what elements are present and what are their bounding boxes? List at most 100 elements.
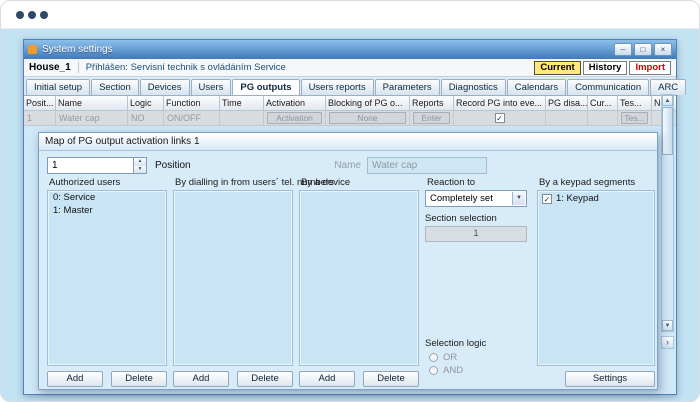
radio-or[interactable]: OR <box>429 352 457 363</box>
column-header-blocking[interactable]: Blocking of PG o... <box>326 96 410 111</box>
column-header-position[interactable]: Posit... <box>24 96 56 111</box>
window-title-bar[interactable]: System settings – □ × <box>24 40 676 59</box>
list-item[interactable]: 1: Master <box>48 204 166 217</box>
status-bar: House_1 Přihlášen: Servisní technik s ov… <box>24 59 676 77</box>
tab-devices[interactable]: Devices <box>140 79 190 95</box>
column-header-current[interactable]: Cur... <box>588 96 618 111</box>
position-label: Position <box>155 160 191 171</box>
selection-logic-label: Selection logic <box>425 338 486 349</box>
tab-arc[interactable]: ARC <box>650 79 686 95</box>
view-import-button[interactable]: Import <box>629 61 671 75</box>
row-cell-function: ON/OFF <box>164 111 220 125</box>
spinner-arrows: ▲ ▼ <box>133 158 146 173</box>
activation-button[interactable]: Activation <box>267 112 322 124</box>
column-header-pg-disabled[interactable]: PG disa... <box>546 96 588 111</box>
scroll-up-icon[interactable]: ▲ <box>662 95 673 106</box>
traffic-light-dot-2-icon[interactable] <box>28 11 36 19</box>
position-value: 1 <box>52 160 58 171</box>
blocking-none-button[interactable]: None <box>329 112 406 124</box>
delete-device-button[interactable]: Delete <box>363 371 419 387</box>
row-cell-activation: Activation <box>264 111 326 125</box>
keypad-segments-listbox[interactable]: ✓ 1: Keypad <box>537 190 655 366</box>
tab-parameters[interactable]: Parameters <box>375 79 440 95</box>
name-label: Name <box>279 160 361 171</box>
tab-initial-setup[interactable]: Initial setup <box>26 79 90 95</box>
dialling-listbox[interactable] <box>173 190 293 366</box>
position-spinner[interactable]: 1 ▲ ▼ <box>47 157 147 174</box>
device-listbox[interactable] <box>299 190 419 366</box>
pg-outputs-table-header: Posit... Name Logic Function Time Activa… <box>24 96 676 111</box>
add-dialling-button[interactable]: Add <box>173 371 229 387</box>
spinner-up-icon[interactable]: ▲ <box>134 158 146 166</box>
tab-users-reports[interactable]: Users reports <box>301 79 374 95</box>
column-header-time[interactable]: Time <box>220 96 264 111</box>
keypad-segments-label: By a keypad segments <box>539 177 635 188</box>
add-user-button[interactable]: Add <box>47 371 103 387</box>
row-cell-pg-disabled <box>546 111 588 125</box>
view-current-button[interactable]: Current <box>534 61 580 75</box>
authorized-users-label: Authorized users <box>49 177 120 188</box>
maximize-button[interactable]: □ <box>634 43 652 56</box>
record-pg-checkbox[interactable]: ✓ <box>495 113 505 123</box>
row-cell-current <box>588 111 618 125</box>
close-button[interactable]: × <box>654 43 672 56</box>
column-header-function[interactable]: Function <box>164 96 220 111</box>
row-cell-name: Water cap <box>56 111 128 125</box>
row-cell-logic: NO <box>128 111 164 125</box>
reaction-to-select[interactable]: Completely set ▼ <box>425 190 527 207</box>
scroll-right-icon[interactable]: › <box>661 336 674 349</box>
section-selection-button[interactable]: 1 <box>425 226 527 242</box>
scrollbar-thumb[interactable] <box>662 107 673 155</box>
tab-users[interactable]: Users <box>191 79 232 95</box>
site-name: House_1 <box>29 62 79 73</box>
column-header-reports[interactable]: Reports <box>410 96 454 111</box>
keypad-segment-item[interactable]: ✓ 1: Keypad <box>538 191 654 206</box>
scroll-down-icon[interactable]: ▼ <box>662 320 673 331</box>
test-button[interactable]: Tes... <box>621 112 648 124</box>
tab-pg-outputs[interactable]: PG outputs <box>232 79 299 95</box>
dialog-title: Map of PG output activation links 1 <box>45 136 200 147</box>
traffic-light-dot-1-icon[interactable] <box>16 11 24 19</box>
reaction-to-label: Reaction to <box>427 177 475 188</box>
radio-or-label: OR <box>443 352 457 363</box>
spinner-down-icon[interactable]: ▼ <box>134 166 146 174</box>
radio-and[interactable]: AND <box>429 365 463 376</box>
column-header-record[interactable]: Record PG into eve... <box>454 96 546 111</box>
delete-dialling-button[interactable]: Delete <box>237 371 293 387</box>
radio-and-icon[interactable] <box>429 366 438 375</box>
radio-and-label: AND <box>443 365 463 376</box>
vertical-scrollbar[interactable]: ▲ ▼ <box>661 94 674 332</box>
view-history-button[interactable]: History <box>583 61 628 75</box>
dropdown-arrow-icon[interactable]: ▼ <box>512 192 525 205</box>
logged-in-user: Přihlášen: Servisní technik s ovládáním … <box>86 62 533 73</box>
tab-communication[interactable]: Communication <box>567 79 649 95</box>
reports-enter-button[interactable]: Enter <box>413 112 450 124</box>
tab-calendars[interactable]: Calendars <box>507 79 566 95</box>
minimize-button[interactable]: – <box>614 43 632 56</box>
reaction-to-value: Completely set <box>430 193 493 204</box>
name-field: Water cap <box>367 157 487 174</box>
keypad-segment-checkbox[interactable]: ✓ <box>542 194 552 204</box>
traffic-light-dot-3-icon[interactable] <box>40 11 48 19</box>
section-selection-label: Section selection <box>425 213 497 224</box>
radio-or-icon[interactable] <box>429 353 438 362</box>
dialog-title-bar[interactable]: Map of PG output activation links 1 <box>39 133 657 151</box>
tab-section[interactable]: Section <box>91 79 139 95</box>
device-label: By a device <box>301 177 350 188</box>
app-icon <box>28 45 37 54</box>
tab-diagnostics[interactable]: Diagnostics <box>441 79 506 95</box>
tab-bar: Initial setup Section Devices Users PG o… <box>24 77 676 96</box>
column-header-test[interactable]: Tes... <box>618 96 652 111</box>
row-cell-time <box>220 111 264 125</box>
table-row[interactable]: 1 Water cap NO ON/OFF Activation None En… <box>24 111 676 126</box>
settings-button[interactable]: Settings <box>565 371 655 387</box>
list-item[interactable]: 0: Service <box>48 191 166 204</box>
row-cell-reports: Enter <box>410 111 454 125</box>
add-device-button[interactable]: Add <box>299 371 355 387</box>
authorized-users-listbox[interactable]: 0: Service 1: Master <box>47 190 167 366</box>
desktop-background: System settings – □ × House_1 Přihlášen:… <box>1 29 699 401</box>
column-header-logic[interactable]: Logic <box>128 96 164 111</box>
column-header-name[interactable]: Name <box>56 96 128 111</box>
column-header-activation[interactable]: Activation <box>264 96 326 111</box>
delete-user-button[interactable]: Delete <box>111 371 167 387</box>
